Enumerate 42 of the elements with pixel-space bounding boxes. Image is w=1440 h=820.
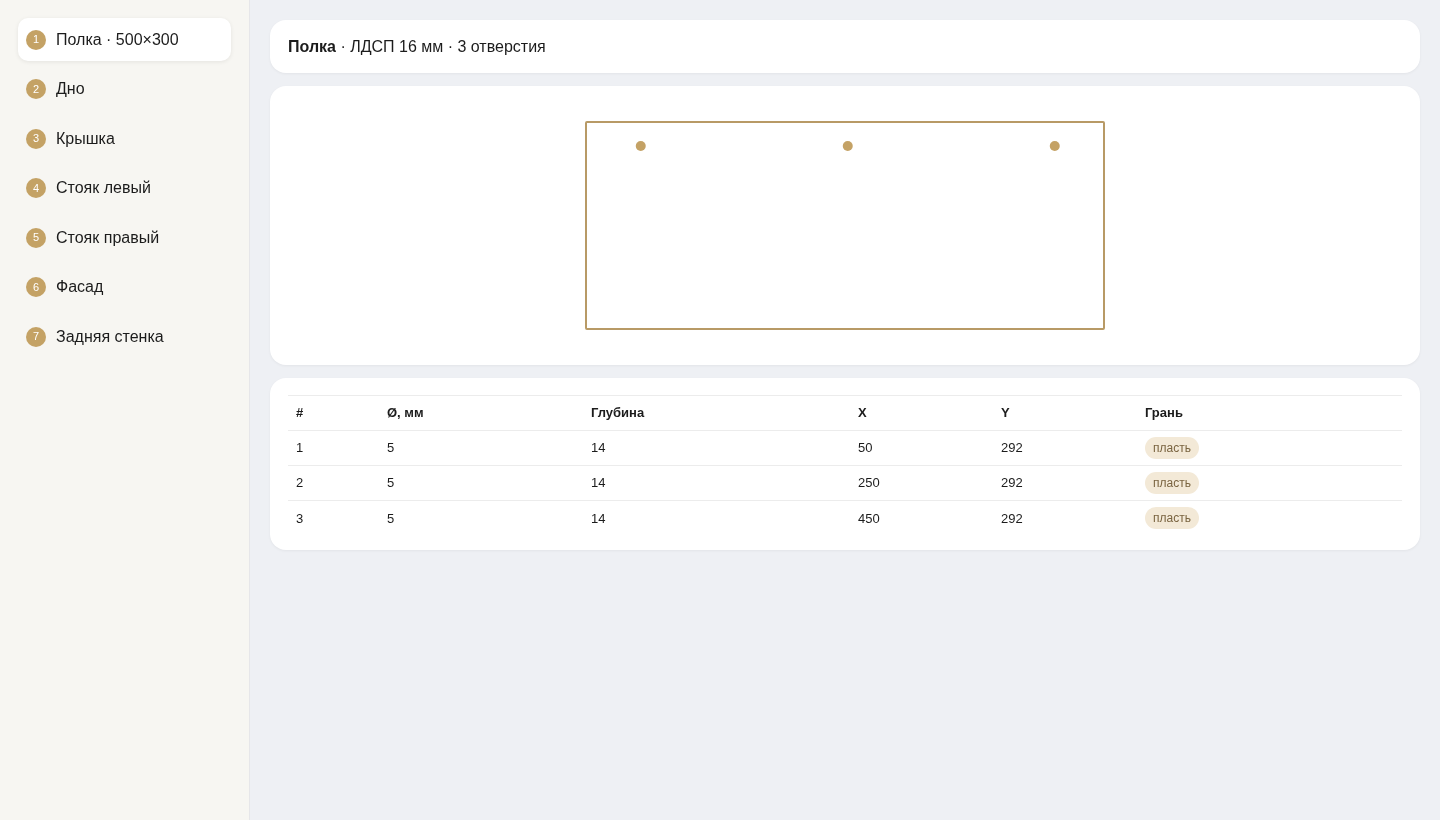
table-cell: 292 bbox=[993, 430, 1137, 466]
item-number: 2 bbox=[26, 79, 46, 99]
table-cell: 3 bbox=[288, 500, 379, 536]
face-tag: пласть bbox=[1145, 507, 1199, 530]
table-cell: 5 bbox=[379, 430, 583, 466]
item-number: 1 bbox=[26, 29, 46, 50]
part-summary: Полка · ЛДСП 16 мм · 3 отверстия bbox=[288, 36, 546, 57]
item-number: 5 bbox=[26, 227, 46, 248]
table-cell: 14 bbox=[583, 430, 850, 466]
table-cell: 5 bbox=[379, 500, 583, 536]
item-number: 6 bbox=[26, 277, 46, 297]
table-cell: 450 bbox=[850, 500, 993, 536]
item-number: 7 bbox=[26, 326, 46, 347]
column-header: Глубина bbox=[583, 395, 850, 431]
item-number: 3 bbox=[26, 128, 46, 149]
column-header: Ø, мм bbox=[379, 395, 583, 431]
sidebar-item[interactable]: 3 Крышка bbox=[18, 117, 231, 160]
sidebar-item[interactable]: 7 Задняя стенка bbox=[18, 315, 231, 358]
sidebar-item[interactable]: 4 Стояк левый bbox=[18, 166, 231, 210]
column-header: Y bbox=[993, 395, 1137, 431]
column-header: # bbox=[288, 395, 379, 431]
column-header: X bbox=[850, 395, 993, 431]
table-cell: 14 bbox=[583, 500, 850, 536]
table-cell: 14 bbox=[583, 465, 850, 501]
hole-marker-icon bbox=[1049, 140, 1060, 151]
sidebar-item[interactable]: 1 Полка · 500×300 bbox=[18, 18, 231, 61]
table-cell: 292 bbox=[993, 500, 1137, 536]
table-cell: 1 bbox=[288, 430, 379, 466]
table-cell: 292 bbox=[993, 465, 1137, 501]
sidebar-item[interactable]: 2 Дно bbox=[18, 67, 231, 111]
hole-marker-icon bbox=[635, 140, 646, 151]
column-header: Грань bbox=[1137, 395, 1402, 431]
table-cell: 250 bbox=[850, 465, 993, 501]
table-cell: 50 bbox=[850, 430, 993, 466]
sidebar-item[interactable]: 6 Фасад bbox=[18, 265, 231, 309]
hole-marker-icon bbox=[842, 140, 853, 151]
face-tag: пласть bbox=[1145, 437, 1199, 459]
face-tag: пласть bbox=[1145, 472, 1199, 494]
table-cell: 5 bbox=[379, 465, 583, 501]
sidebar-item[interactable]: 5 Стояк правый bbox=[18, 216, 231, 259]
table-cell: 2 bbox=[288, 465, 379, 501]
item-number: 4 bbox=[26, 178, 46, 198]
